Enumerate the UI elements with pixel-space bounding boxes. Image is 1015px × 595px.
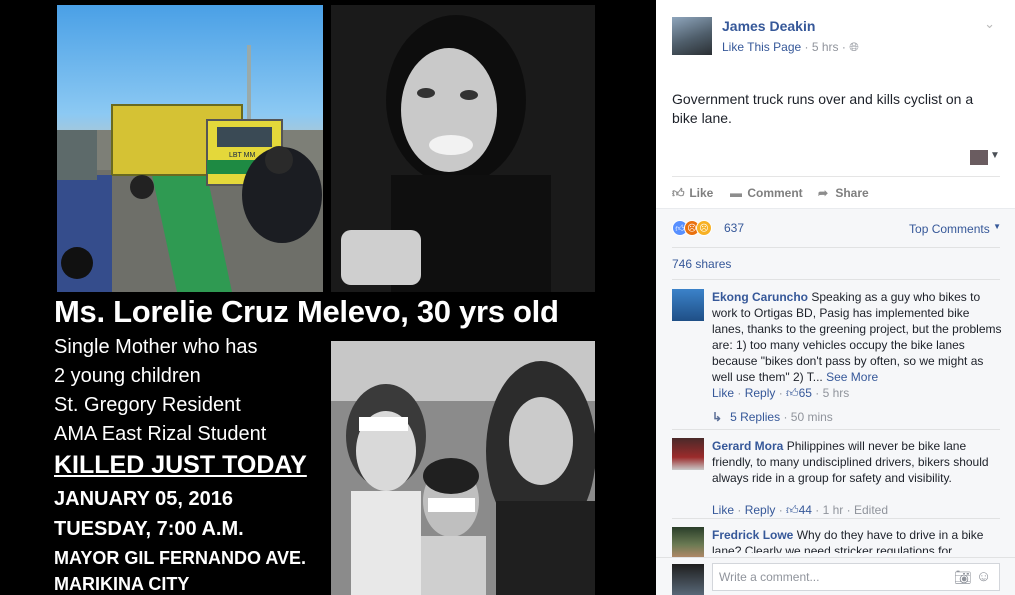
commenter-name[interactable]: Gerard Mora [712,439,783,453]
author-name[interactable]: James Deakin [722,18,815,34]
like-label: Like [689,186,714,200]
post-text: Government truck runs over and kills cyc… [672,91,974,126]
family-photo [331,341,595,595]
camera-icon[interactable]: 📷︎ [954,569,972,586]
comment-body: Ekong Caruncho Speaking as a guy who bik… [712,289,1002,385]
view-replies-link[interactable]: ↳ 5 Replies · 50 mins [712,410,833,424]
write-comment-bar: 📷︎ ☺ [656,557,1015,595]
killed-heading: KILLED JUST TODAY [54,451,307,479]
reply-arrow-icon: ↳ [712,410,723,424]
caption-line: Single Mother who has [54,336,258,358]
top-comments-dropdown[interactable]: Top Comments ▼ [909,222,1001,236]
share-as-avatar[interactable] [970,150,988,165]
like-button[interactable]: 👍︎ Like [672,186,713,201]
top-comments-label: Top Comments [909,222,990,236]
comment-reply-link[interactable]: Reply [745,386,776,400]
thumbs-up-icon: 👍︎ [672,186,685,200]
comment-actions: Like · Reply · 👍︎65 · 5 hrs [712,386,850,400]
commenter-avatar[interactable] [672,527,704,559]
shares-count[interactable]: 746 shares [672,257,731,271]
comment-icon: ▬ [730,186,742,200]
caption-line: St. Gregory Resident [54,394,241,416]
post-side-panel: James Deakin Like This Page · 5 hrs · 🌐︎… [656,0,1015,595]
comment-button[interactable]: ▬ Comment [730,186,803,200]
comment-like-count[interactable]: 65 [799,386,812,400]
comment-reply-link[interactable]: Reply [745,503,776,517]
my-avatar[interactable] [672,564,704,595]
date-line: JANUARY 05, 2016 [54,488,233,510]
post-time[interactable]: 5 hrs [812,40,839,54]
comment-time[interactable]: 5 hrs [823,386,850,400]
page-avatar[interactable] [672,17,712,55]
chevron-down-icon[interactable]: ⌄ [984,16,995,32]
comment-like-link[interactable]: Like [712,386,734,400]
replies-count: 5 Replies [730,410,781,424]
caret-down-icon[interactable]: ▼ [990,150,1000,161]
comment-body: Fredrick Lowe Why do they have to drive … [712,527,1002,553]
portrait-photo [331,5,595,292]
divider [672,518,1000,519]
comment-label: Comment [747,186,803,200]
replies-time: 50 mins [790,410,833,424]
thumbs-up-icon: 👍︎ [786,503,799,517]
comments-section: 👍︎ ☹ ☹ 637 Top Comments ▼ 746 shares Eko… [656,208,1015,595]
comment-time[interactable]: 1 hr [823,503,844,517]
see-more-link[interactable]: See More [826,370,878,384]
meta-separator: · [783,410,791,424]
share-label: Share [835,186,869,200]
city-line: MARIKINA CITY [54,574,190,594]
victim-name: Ms. Lorelie Cruz Melevo, 30 yrs old [54,294,559,329]
commenter-name[interactable]: Fredrick Lowe [712,528,793,542]
post-header: James Deakin Like This Page · 5 hrs · 🌐︎… [656,0,1015,90]
day-time-line: TUESDAY, 7:00 A.M. [54,518,244,540]
thumbs-up-icon: 👍︎ [786,386,799,400]
commenter-name[interactable]: Ekong Caruncho [712,290,808,304]
action-bar: 👍︎ Like ▬ Comment ➦ Share [672,176,1000,206]
truck-photo: LBT MM [57,5,323,292]
divider [672,279,1000,280]
caret-down-icon: ▼ [993,222,1001,231]
commenter-avatar[interactable] [672,438,704,470]
share-icon: ➦ [818,186,829,200]
divider [672,247,1000,248]
globe-icon: 🌐︎ [849,40,859,54]
meta-separator: · [804,40,812,54]
comment-body: Gerard Mora Philippines will never be bi… [712,438,1002,486]
comment-like-link[interactable]: Like [712,503,734,517]
commenter-avatar[interactable] [672,289,704,321]
caption-line: AMA East Rizal Student [54,423,267,445]
post-photo[interactable]: LBT MM Ms. Lorelie Cruz Melevo, 30 yrs o… [0,0,656,595]
reaction-count[interactable]: 637 [724,221,744,235]
edited-label[interactable]: Edited [854,503,888,517]
truck-label: LBT MM [229,152,255,159]
caption-line: 2 young children [54,365,201,387]
share-button[interactable]: ➦ Share [818,186,869,200]
post-meta: Like This Page · 5 hrs · 🌐︎ [722,40,859,55]
avenue-line: MAYOR GIL FERNANDO AVE. [54,548,307,568]
comment-like-count[interactable]: 44 [799,503,812,517]
divider [672,429,1000,430]
emoji-icon[interactable]: ☺ [976,568,991,585]
like-page-link[interactable]: Like This Page [722,40,801,54]
comment-actions: Like · Reply · 👍︎44 · 1 hr · Edited [712,503,889,517]
sad-reaction-icon: ☹ [696,220,712,236]
